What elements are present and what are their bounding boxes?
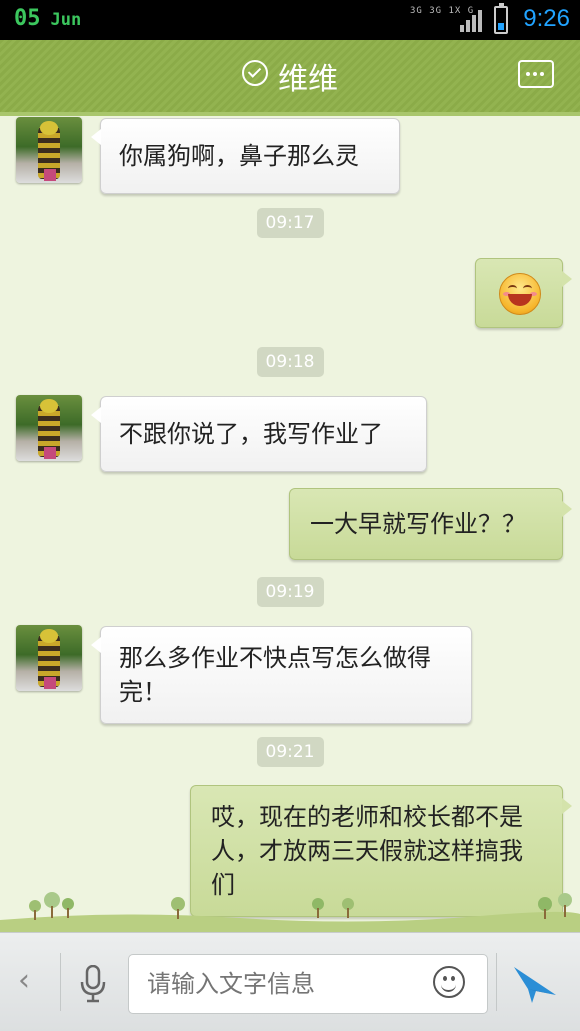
send-icon[interactable] <box>512 965 558 1005</box>
status-bar: 05 Jun 3G 3G 1X G 9:26 <box>0 0 580 40</box>
timestamp: 09:18 <box>0 347 580 377</box>
timestamp-label: 09:21 <box>256 737 324 767</box>
incoming-message[interactable]: 那么多作业不快点写怎么做得完！ <box>91 626 472 724</box>
chat-header: 维维 <box>0 40 580 116</box>
contact-avatar[interactable] <box>16 117 82 183</box>
incoming-message[interactable]: 不跟你说了，我写作业了 <box>91 396 427 472</box>
incoming-message[interactable]: 你属狗啊，鼻子那么灵 <box>91 118 400 194</box>
timestamp-label: 09:17 <box>256 208 324 238</box>
status-time: 9:26 <box>523 5 570 32</box>
microphone-icon[interactable] <box>80 965 106 1003</box>
contact-avatar[interactable] <box>16 395 82 461</box>
contact-avatar[interactable] <box>16 625 82 691</box>
timestamp-label: 09:18 <box>256 347 324 377</box>
timestamp: 09:21 <box>0 737 580 767</box>
timestamp-label: 09:19 <box>256 577 324 607</box>
check-circle-icon <box>242 60 268 86</box>
message-list[interactable]: 你属狗啊，鼻子那么灵 09:17 09:18 不跟你说了，我写作业了 一大早就写… <box>0 112 580 932</box>
divider <box>60 953 61 1011</box>
divider <box>496 953 497 1011</box>
timestamp: 09:17 <box>0 208 580 238</box>
timestamp: 09:19 <box>0 577 580 607</box>
collapse-button[interactable]: ‹ <box>18 963 30 998</box>
chat-screen: 05 Jun 3G 3G 1X G 9:26 维维 你属狗啊，鼻子那么灵 09:1… <box>0 0 580 1031</box>
status-day: 05 <box>14 6 41 31</box>
input-bar: ‹ <box>0 932 580 1031</box>
hills-decoration <box>0 892 580 932</box>
contact-name: 维维 <box>278 62 338 97</box>
signal-icon <box>460 10 482 32</box>
outgoing-message[interactable] <box>475 258 572 328</box>
battery-icon <box>494 3 508 34</box>
outgoing-message[interactable]: 一大早就写作业？？ <box>289 488 572 560</box>
smiley-icon[interactable] <box>433 966 465 998</box>
status-month: Jun <box>50 10 82 30</box>
contact-title[interactable]: 维维 <box>0 54 580 98</box>
more-options-button[interactable] <box>518 60 554 88</box>
status-date: 05 Jun <box>14 6 81 31</box>
grin-emoji-icon <box>499 273 541 315</box>
